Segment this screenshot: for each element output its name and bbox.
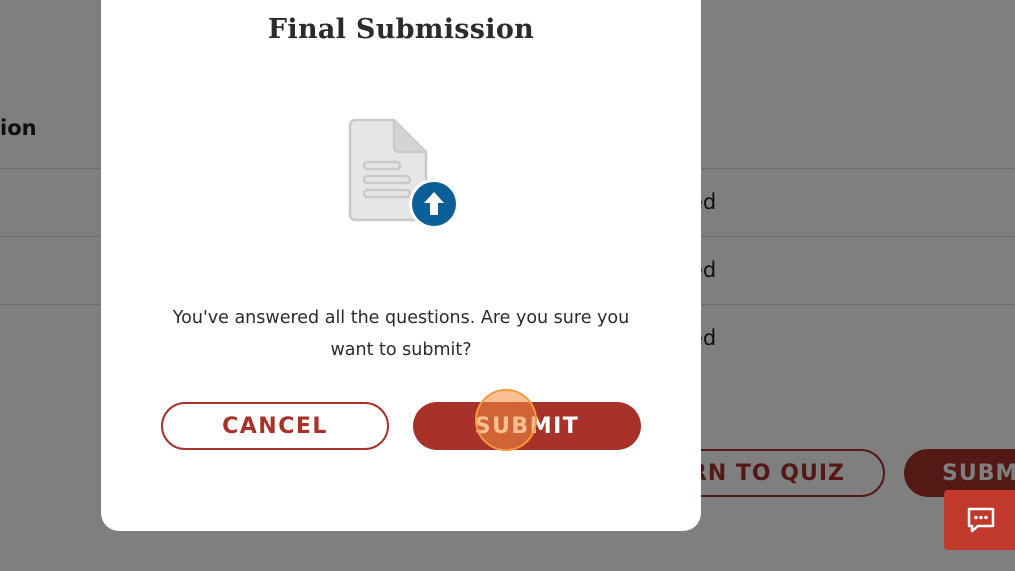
dialog-message: You've answered all the questions. Are y…: [161, 302, 641, 366]
dialog-title: Final Submission: [267, 14, 535, 45]
document-upload-icon: [348, 118, 459, 229]
chat-feedback-icon: [967, 507, 995, 533]
feedback-button[interactable]: [944, 490, 1015, 550]
dialog-message-line: want to submit?: [330, 340, 472, 360]
final-submission-dialog: Final Submission You've answered all the…: [101, 0, 701, 531]
submit-button[interactable]: SUBMIT: [413, 402, 641, 450]
dialog-message-line: You've answered all the questions. Are y…: [172, 308, 630, 328]
cancel-button[interactable]: CANCEL: [161, 402, 389, 450]
